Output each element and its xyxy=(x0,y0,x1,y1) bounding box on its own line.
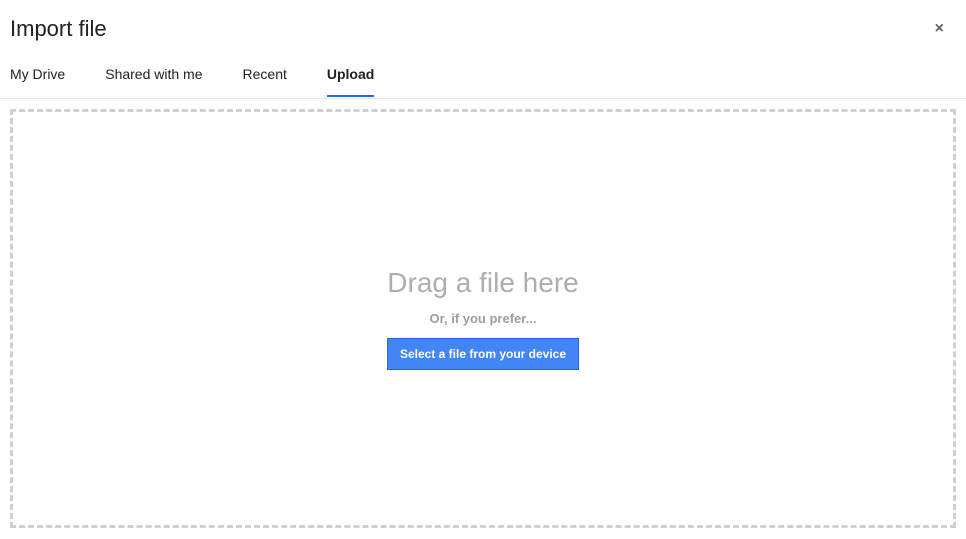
close-button[interactable]: × xyxy=(923,16,956,42)
tab-label: Recent xyxy=(243,66,287,82)
close-icon: × xyxy=(935,20,944,37)
tab-my-drive[interactable]: My Drive xyxy=(10,52,85,98)
alternative-text: Or, if you prefer... xyxy=(430,311,537,326)
tab-recent[interactable]: Recent xyxy=(243,52,307,98)
dialog-title: Import file xyxy=(10,16,107,42)
tab-upload[interactable]: Upload xyxy=(327,52,394,98)
drag-instruction-text: Drag a file here xyxy=(387,267,578,299)
tab-shared-with-me[interactable]: Shared with me xyxy=(105,52,222,98)
tab-label: Upload xyxy=(327,66,374,82)
tabs-bar: My Drive Shared with me Recent Upload xyxy=(0,52,966,99)
select-file-button[interactable]: Select a file from your device xyxy=(387,338,579,370)
file-drop-zone[interactable]: Drag a file here Or, if you prefer... Se… xyxy=(10,109,956,528)
tab-label: Shared with me xyxy=(105,66,202,82)
tab-label: My Drive xyxy=(10,66,65,82)
